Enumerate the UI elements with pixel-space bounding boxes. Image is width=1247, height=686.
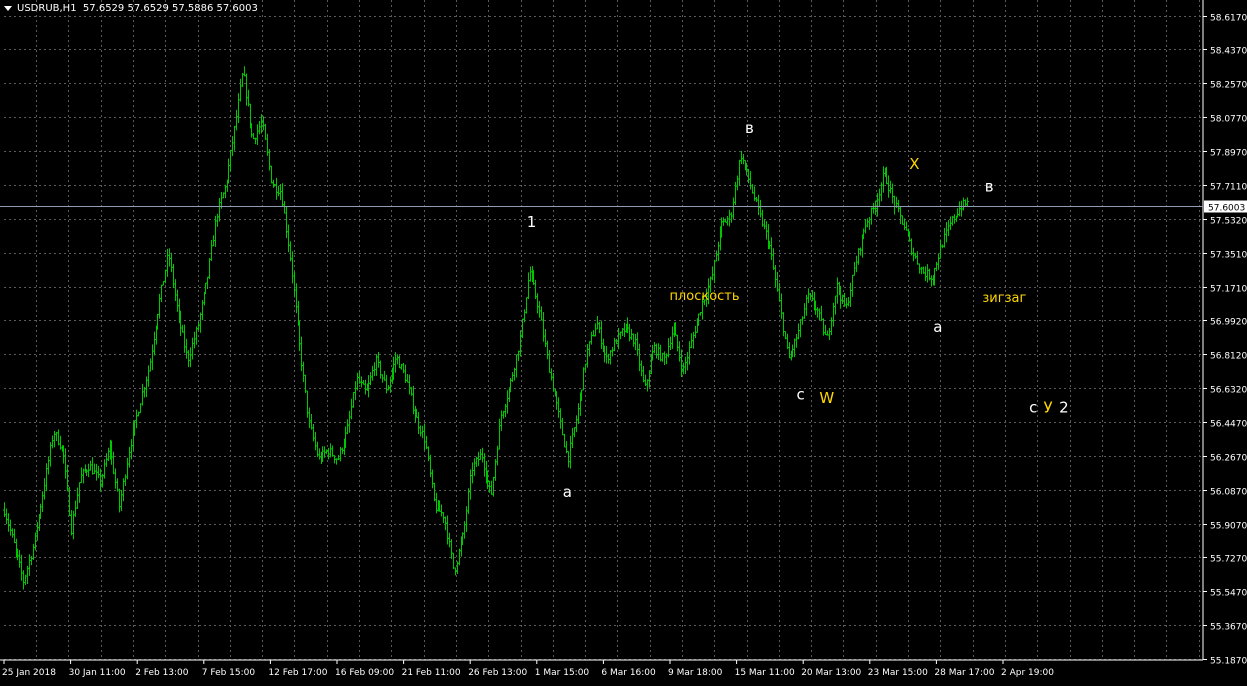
price-tick-label: 58.0770 — [1210, 115, 1247, 125]
price-tick-label: 56.8120 — [1210, 352, 1247, 362]
price-tick-label: 55.7270 — [1210, 555, 1247, 565]
price-tick-label: 56.2670 — [1210, 454, 1247, 464]
wave-label: зигзаг — [982, 291, 1026, 306]
time-tick-label: 1 Mar 15:00 — [535, 668, 590, 678]
time-tick-label: 28 Mar 17:00 — [934, 668, 994, 678]
price-chart[interactable]: 1aплоскостьвc WXaзигзагвc У 2 58.617058.437… — [0, 0, 1247, 682]
price-tick-label: 55.3670 — [1210, 623, 1247, 633]
wave-label: a — [933, 318, 942, 336]
wave-label: c — [797, 385, 805, 403]
symbol-label: USDRUB,H1 — [17, 3, 77, 14]
ohlc-values: 57.6529 57.6529 57.5886 57.6003 — [82, 3, 258, 14]
price-tick-label: 57.3510 — [1210, 251, 1247, 261]
time-tick-label: 26 Feb 13:00 — [468, 668, 527, 678]
wave-label: W — [819, 389, 834, 407]
chart-area[interactable]: 1 a плоскость в c W Xa зигзаг в c У 2 58.6170 58.437… — [0, 0, 1247, 682]
price-tick-label: 58.2570 — [1210, 81, 1247, 91]
time-tick-label: 2 Apr 19:00 — [1001, 668, 1054, 678]
wave-label: c — [1029, 399, 1037, 417]
price-tick-label: 55.9070 — [1210, 522, 1247, 532]
wave-label: плоскость — [669, 289, 739, 304]
time-tick-label: 9 Mar 18:00 — [668, 668, 723, 678]
current-price-label: 57.6003 — [1208, 204, 1245, 214]
time-tick-label: 15 Mar 11:00 — [735, 668, 795, 678]
price-tick-label: 56.9920 — [1210, 318, 1247, 328]
wave-label: 1 — [527, 213, 537, 231]
wave-label: в — [745, 119, 754, 137]
price-tick-label: 57.7110 — [1210, 183, 1247, 193]
time-tick-label: 20 Mar 13:00 — [801, 668, 861, 678]
time-tick-label: 2 Feb 13:00 — [135, 668, 189, 678]
wave-label: X — [909, 155, 919, 173]
caret-down-icon[interactable] — [4, 5, 12, 11]
time-tick-label: 30 Jan 11:00 — [69, 668, 126, 678]
time-tick-label: 12 Feb 17:00 — [268, 668, 327, 678]
time-tick-label: 7 Feb 15:00 — [202, 668, 256, 678]
price-tick-label: 55.5470 — [1210, 589, 1247, 599]
time-tick-label: 25 Jan 2018 — [2, 668, 56, 678]
price-tick-label: 58.4370 — [1210, 47, 1247, 57]
chart-background — [0, 0, 1247, 682]
time-tick-label: 21 Feb 11:00 — [402, 668, 461, 678]
price-tick-label: 58.6170 — [1210, 14, 1247, 24]
wave-label: 2 — [1059, 399, 1069, 417]
price-tick-label: 56.4470 — [1210, 420, 1247, 430]
wave-label: У — [1044, 399, 1053, 417]
price-tick-label: 56.6320 — [1210, 386, 1247, 396]
time-tick-label: 16 Feb 09:00 — [335, 668, 394, 678]
price-tick-label: 56.0870 — [1210, 488, 1247, 498]
price-tick-label: 57.5320 — [1210, 217, 1247, 227]
time-tick-label: 23 Mar 15:00 — [868, 668, 928, 678]
price-tick-label: 55.1870 — [1210, 657, 1247, 667]
chart-header: USDRUB,H1 57.6529 57.6529 57.5886 57.600… — [4, 3, 258, 14]
time-tick-label: 6 Mar 16:00 — [601, 668, 656, 678]
price-tick-label: 57.1710 — [1210, 285, 1247, 295]
wave-label: a — [563, 483, 572, 501]
price-tick-label: 57.8970 — [1210, 149, 1247, 159]
wave-label: в — [985, 177, 994, 195]
